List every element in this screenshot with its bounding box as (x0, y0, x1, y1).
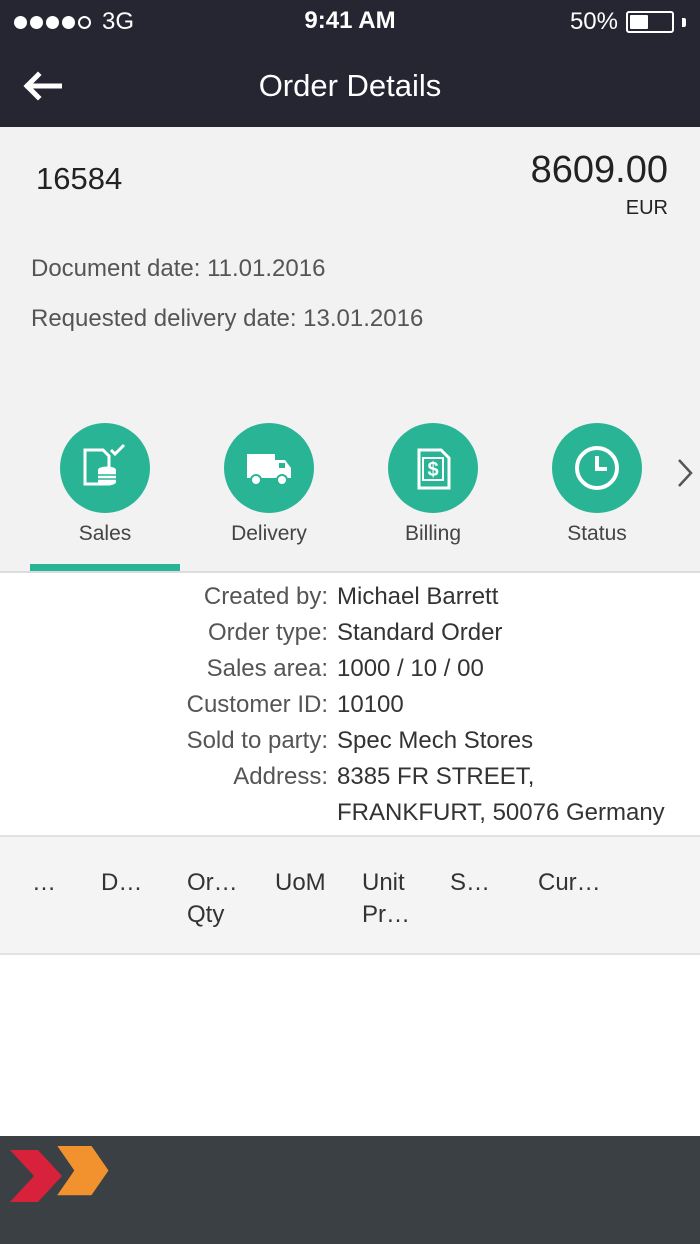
order-currency: EUR (625, 197, 668, 219)
order-amount: 8609.00 (530, 149, 668, 191)
svg-text:$: $ (427, 459, 438, 481)
column-header[interactable]: UoM (275, 867, 326, 899)
sales-details: Created by: Michael Barrett Order type: … (0, 573, 700, 826)
tab-delivery[interactable]: Delivery (194, 423, 344, 546)
customer-id-value: 10100 (337, 691, 404, 718)
order-number: 16584 (36, 161, 123, 196)
sales-docs-icon (83, 443, 126, 486)
tab-billing[interactable]: $ Billing (358, 423, 508, 546)
tabs-next-button[interactable] (670, 453, 700, 493)
customer-id-label: Customer ID: (186, 691, 328, 718)
requested-delivery-date: Requested delivery date: 13.01.2016 (31, 305, 424, 332)
order-header: 16584 8609.00 EUR Document date: 11.01.2… (0, 127, 700, 573)
page-title: Order Details (258, 68, 442, 103)
truck-icon (247, 454, 291, 486)
address-label: Address: (233, 763, 328, 790)
sales-area-label: Sales area: (206, 655, 328, 682)
sold-to-party-value: Spec Mech Stores (337, 727, 534, 754)
company-logo (10, 1146, 109, 1202)
tab-status-label: Status (567, 522, 627, 545)
column-header[interactable]: Unit Pr… (362, 867, 410, 931)
customer-id-row: Customer ID: 10100 (0, 691, 700, 727)
document-date: Document date: 11.01.2016 (31, 255, 326, 282)
address-line-2: FRANKFURT, 50076 Germany (337, 799, 665, 826)
sold-to-party-label: Sold to party: (186, 727, 328, 754)
column-header[interactable]: S… (450, 867, 490, 899)
column-header[interactable]: D… (101, 867, 142, 899)
status-bar: 3G 9:41 AM 50% (0, 0, 700, 42)
column-header[interactable]: … (32, 867, 56, 899)
chevron-right-icon (678, 459, 693, 487)
battery-level (630, 15, 648, 29)
battery-status: 50% (570, 8, 686, 36)
sales-area-row: Sales area: 1000 / 10 / 00 (0, 655, 700, 691)
order-type-value: Standard Order (337, 619, 503, 646)
tab-sales[interactable]: Sales (30, 423, 180, 546)
tab-status[interactable]: Status (522, 423, 672, 546)
footer-bar (0, 1136, 700, 1244)
address-row: Address: 8385 FR STREET, (0, 763, 700, 799)
tab-billing-label: Billing (404, 522, 462, 545)
invoice-dollar-icon: $ (417, 448, 451, 490)
top-bar: 3G 9:41 AM 50% Order Details (0, 0, 700, 127)
order-type-row: Order type: Standard Order (0, 619, 700, 655)
created-by-label: Created by: (203, 583, 328, 610)
created-by-row: Created by: Michael Barrett (0, 583, 700, 619)
tab-sales-label: Sales (78, 522, 132, 545)
items-table-header: … D… Or… Qty UoM Unit Pr… S… Cur… (0, 835, 700, 955)
address-line-1: 8385 FR STREET, (337, 763, 535, 790)
tab-delivery-label: Delivery (231, 522, 307, 545)
battery-icon (626, 11, 674, 33)
clock-icon (575, 446, 619, 490)
sold-to-party-row: Sold to party: Spec Mech Stores (0, 727, 700, 763)
battery-percent: 50% (569, 8, 618, 35)
selected-tab-indicator (30, 564, 180, 571)
created-by-value: Michael Barrett (337, 583, 499, 610)
order-type-label: Order type: (207, 619, 328, 646)
column-header[interactable]: Cur… (538, 867, 601, 899)
sales-area-value: 1000 / 10 / 00 (337, 655, 484, 682)
column-header[interactable]: Or… Qty (187, 867, 238, 931)
